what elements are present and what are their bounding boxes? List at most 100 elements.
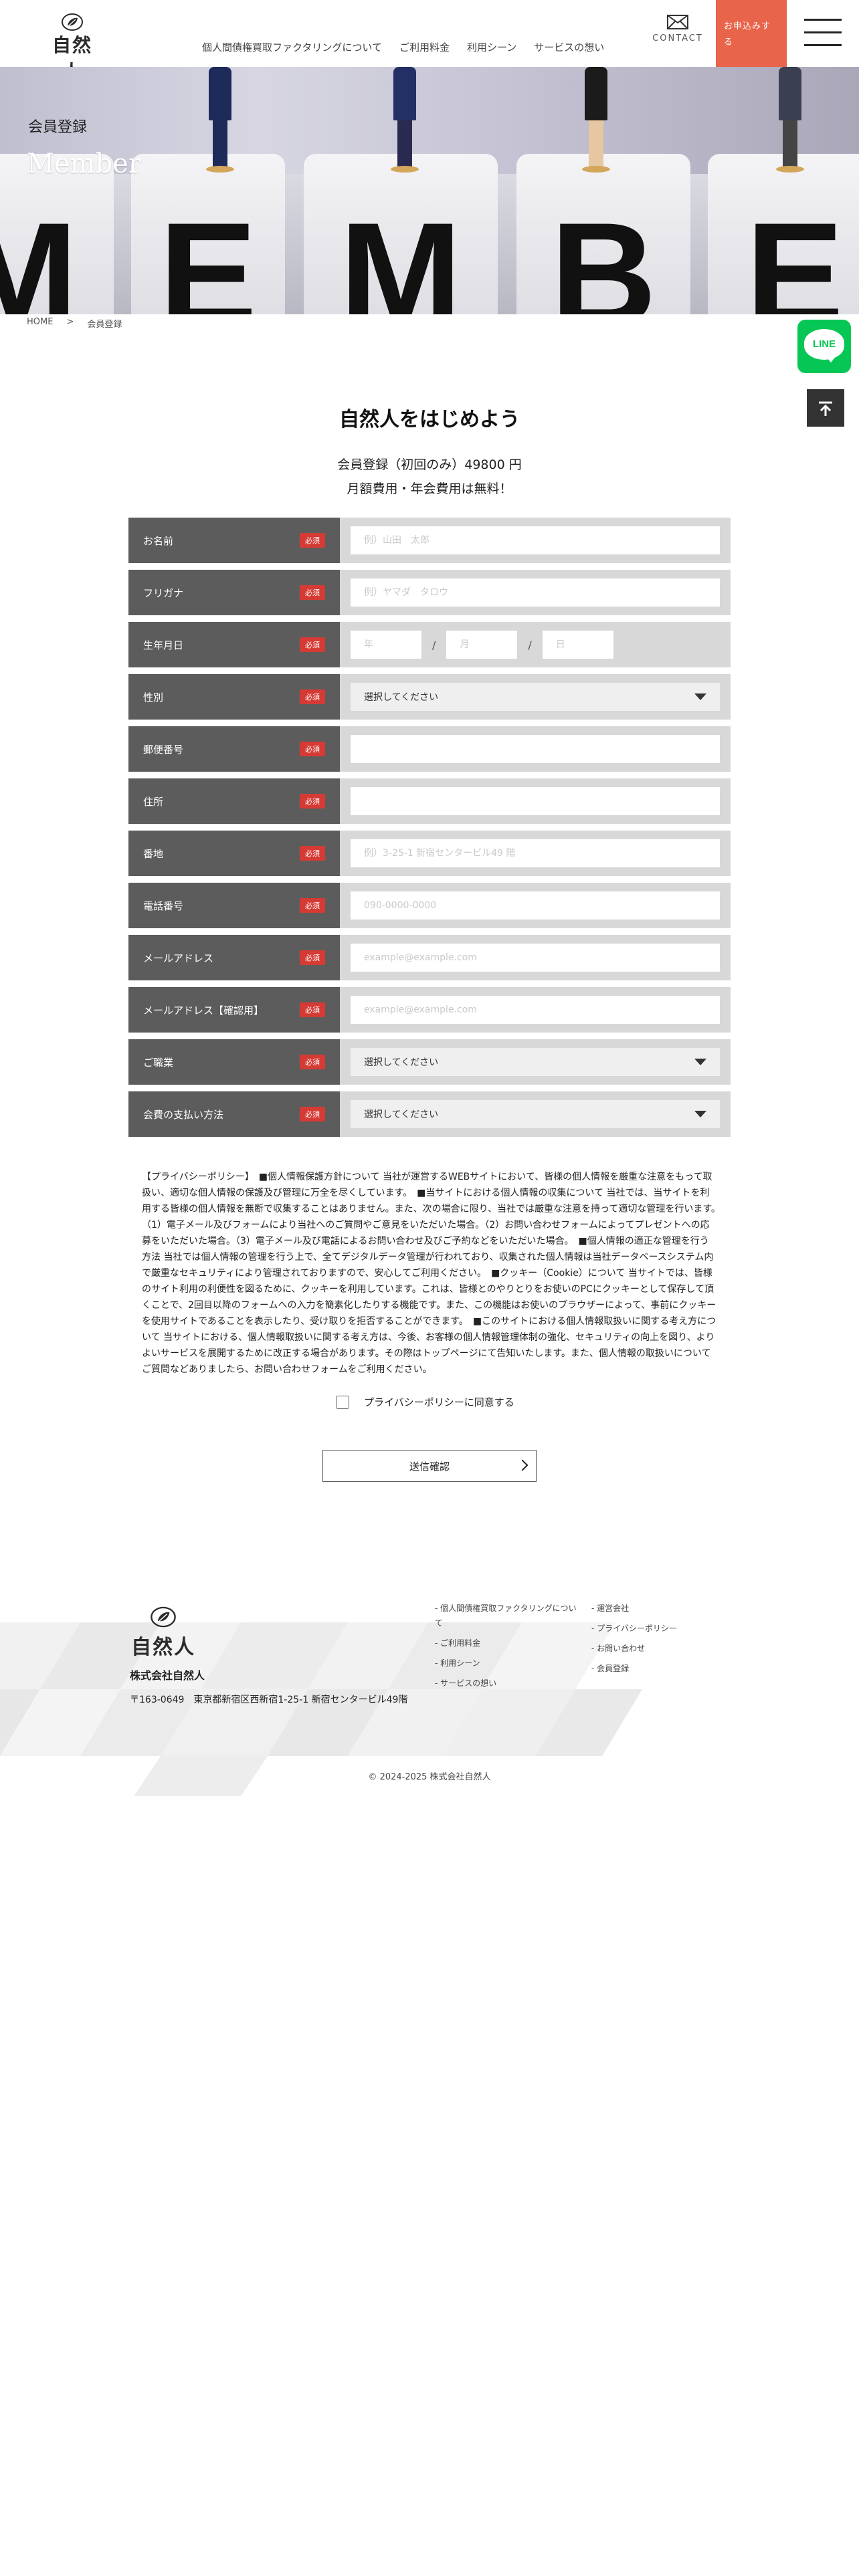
hero-banner: M E M B E 会員登録 Member bbox=[0, 67, 859, 314]
dropdown-arrow-icon bbox=[694, 1111, 706, 1117]
dob-day-input[interactable] bbox=[542, 631, 613, 659]
line-label: LINE bbox=[812, 338, 836, 350]
breadcrumb-home[interactable]: HOME bbox=[27, 317, 53, 330]
field-label: フリガナ bbox=[143, 586, 184, 599]
phone-input[interactable] bbox=[351, 891, 720, 920]
hero-subtitle: 会員登録 bbox=[28, 119, 88, 136]
footer-nav-secondary: 運営会社 プライバシーポリシー お問い合わせ 会員登録 bbox=[591, 1601, 712, 1681]
required-badge: 必須 bbox=[300, 950, 325, 965]
required-badge: 必須 bbox=[300, 898, 325, 913]
breadcrumb: HOME > 会員登録 bbox=[27, 317, 122, 330]
mail-icon bbox=[667, 15, 688, 29]
privacy-policy-text: 【プライバシーポリシー】 ■個人情報保護方針について 当社が運営するWEBサイト… bbox=[142, 1172, 725, 1375]
contact-link[interactable]: CONTACT bbox=[648, 15, 708, 43]
dropdown-arrow-icon bbox=[694, 1059, 706, 1065]
nav-scenes[interactable]: 利用シーン bbox=[467, 40, 516, 54]
nav-philosophy[interactable]: サービスの想い bbox=[534, 40, 604, 54]
form-row-block: 番地 必須 bbox=[128, 831, 731, 876]
footer-logo[interactable]: 自然人 bbox=[130, 1606, 197, 1660]
hero-cube: B bbox=[516, 154, 690, 314]
site-header: 自然人 個人間債権買取ファクタリングについて ご利用料金 利用シーン サービスの… bbox=[0, 0, 859, 83]
footer-link[interactable]: 利用シーン bbox=[435, 1656, 582, 1671]
address-input[interactable] bbox=[351, 787, 720, 815]
footer-link[interactable]: 会員登録 bbox=[591, 1661, 712, 1676]
postal-code-input[interactable] bbox=[351, 735, 720, 763]
required-badge: 必須 bbox=[300, 846, 325, 861]
footer-link[interactable]: プライバシーポリシー bbox=[591, 1621, 712, 1636]
agree-checkbox[interactable] bbox=[336, 1395, 349, 1409]
job-select[interactable]: 選択してください bbox=[351, 1048, 720, 1076]
payment-method-select[interactable]: 選択してください bbox=[351, 1100, 720, 1128]
required-badge: 必須 bbox=[300, 1055, 325, 1069]
email-confirm-input[interactable] bbox=[351, 996, 720, 1024]
field-label: 郵便番号 bbox=[143, 743, 184, 756]
site-footer: 自然人 株式会社自然人 〒163-0649 東京都新宿区西新宿1-25-1 新宿… bbox=[0, 1596, 859, 1796]
registration-form: お名前必須 フリガナ必須 生年月日必須 / / 性別必須 選択してください 郵便… bbox=[128, 518, 731, 1144]
form-row-address: 住所 必須 bbox=[128, 778, 731, 824]
form-row-job: ご職業 必須 選択してください bbox=[128, 1039, 731, 1085]
businesswoman-figure bbox=[582, 67, 610, 173]
dob-month-input[interactable] bbox=[446, 631, 518, 659]
footer-nav-primary: 個人間債権買取ファクタリングについて ご利用料金 利用シーン サービスの想い bbox=[435, 1601, 582, 1696]
required-badge: 必須 bbox=[300, 585, 325, 600]
line-button[interactable]: LINE bbox=[797, 320, 851, 373]
apply-button[interactable]: お申込みする bbox=[716, 0, 787, 67]
leaf-logo-icon bbox=[62, 13, 83, 31]
field-label: 電話番号 bbox=[143, 899, 184, 912]
field-label: 住所 bbox=[143, 795, 164, 808]
footer-link[interactable]: 運営会社 bbox=[591, 1601, 712, 1616]
field-label: 性別 bbox=[143, 691, 164, 704]
select-value: 選択してください bbox=[364, 692, 439, 703]
agree-label: プライバシーポリシーに同意する bbox=[364, 1396, 514, 1408]
nav-pricing[interactable]: ご利用料金 bbox=[399, 40, 450, 54]
fee-text: 会員登録（初回のみ）49800 円 bbox=[337, 457, 522, 472]
breadcrumb-separator: > bbox=[66, 317, 74, 327]
company-address: 〒163-0649 東京都新宿区西新宿1-25-1 新宿センタービル49階 bbox=[130, 1695, 408, 1705]
chevron-right-icon bbox=[516, 1459, 529, 1471]
select-value: 選択してください bbox=[364, 1057, 439, 1068]
select-value: 選択してください bbox=[364, 1109, 439, 1120]
date-separator: / bbox=[528, 638, 532, 651]
businessman-figure bbox=[206, 67, 234, 173]
email-input[interactable] bbox=[351, 944, 720, 972]
form-row-email-confirm: メールアドレス【確認用】 必須 bbox=[128, 987, 731, 1033]
form-row-postal: 郵便番号 必須 bbox=[128, 726, 731, 772]
menu-icon[interactable] bbox=[804, 19, 842, 48]
form-row-phone: 電話番号 必須 bbox=[128, 883, 731, 928]
footer-link[interactable]: ご利用料金 bbox=[435, 1636, 582, 1650]
gender-select[interactable]: 選択してください bbox=[351, 683, 720, 711]
kana-input[interactable] bbox=[351, 578, 720, 607]
footer-link[interactable]: 個人間債権買取ファクタリングについて bbox=[435, 1601, 582, 1630]
businessman-figure bbox=[391, 67, 419, 173]
required-badge: 必須 bbox=[300, 689, 325, 704]
global-nav: 個人間債権買取ファクタリングについて ご利用料金 利用シーン サービスの想い bbox=[202, 40, 604, 54]
name-input[interactable] bbox=[351, 526, 720, 554]
footer-logo-text: 自然人 bbox=[131, 1636, 195, 1659]
privacy-agree[interactable]: プライバシーポリシーに同意する bbox=[336, 1395, 514, 1409]
form-row-kana: フリガナ 必須 bbox=[128, 570, 731, 615]
block-number-input[interactable] bbox=[351, 839, 720, 867]
form-row-gender: 性別 必須 選択してください bbox=[128, 674, 731, 720]
hero-cube: E bbox=[131, 154, 285, 314]
form-row-dob: 生年月日 必須 / / bbox=[128, 622, 731, 667]
submit-confirm-button[interactable]: 送信確認 bbox=[322, 1450, 537, 1482]
footer-pattern bbox=[0, 1622, 642, 1796]
line-icon: LINE bbox=[804, 329, 844, 360]
dob-year-input[interactable] bbox=[351, 631, 421, 659]
company-name: 株式会社自然人 bbox=[130, 1669, 205, 1682]
required-badge: 必須 bbox=[300, 637, 325, 652]
required-badge: 必須 bbox=[300, 742, 325, 756]
hero-title: Member bbox=[27, 148, 141, 179]
footer-link[interactable]: サービスの想い bbox=[435, 1676, 582, 1691]
field-label: 会費の支払い方法 bbox=[143, 1108, 224, 1121]
breadcrumb-current: 会員登録 bbox=[87, 320, 122, 330]
contact-label: CONTACT bbox=[652, 33, 703, 43]
leaf-logo-icon bbox=[151, 1606, 176, 1628]
form-row-email: メールアドレス 必須 bbox=[128, 935, 731, 980]
required-badge: 必須 bbox=[300, 1107, 325, 1121]
field-label: お名前 bbox=[143, 534, 174, 547]
nav-factoring[interactable]: 個人間債権買取ファクタリングについて bbox=[202, 40, 382, 54]
required-badge: 必須 bbox=[300, 794, 325, 809]
footer-link[interactable]: お問い合わせ bbox=[591, 1641, 712, 1656]
field-label: 番地 bbox=[143, 847, 164, 860]
